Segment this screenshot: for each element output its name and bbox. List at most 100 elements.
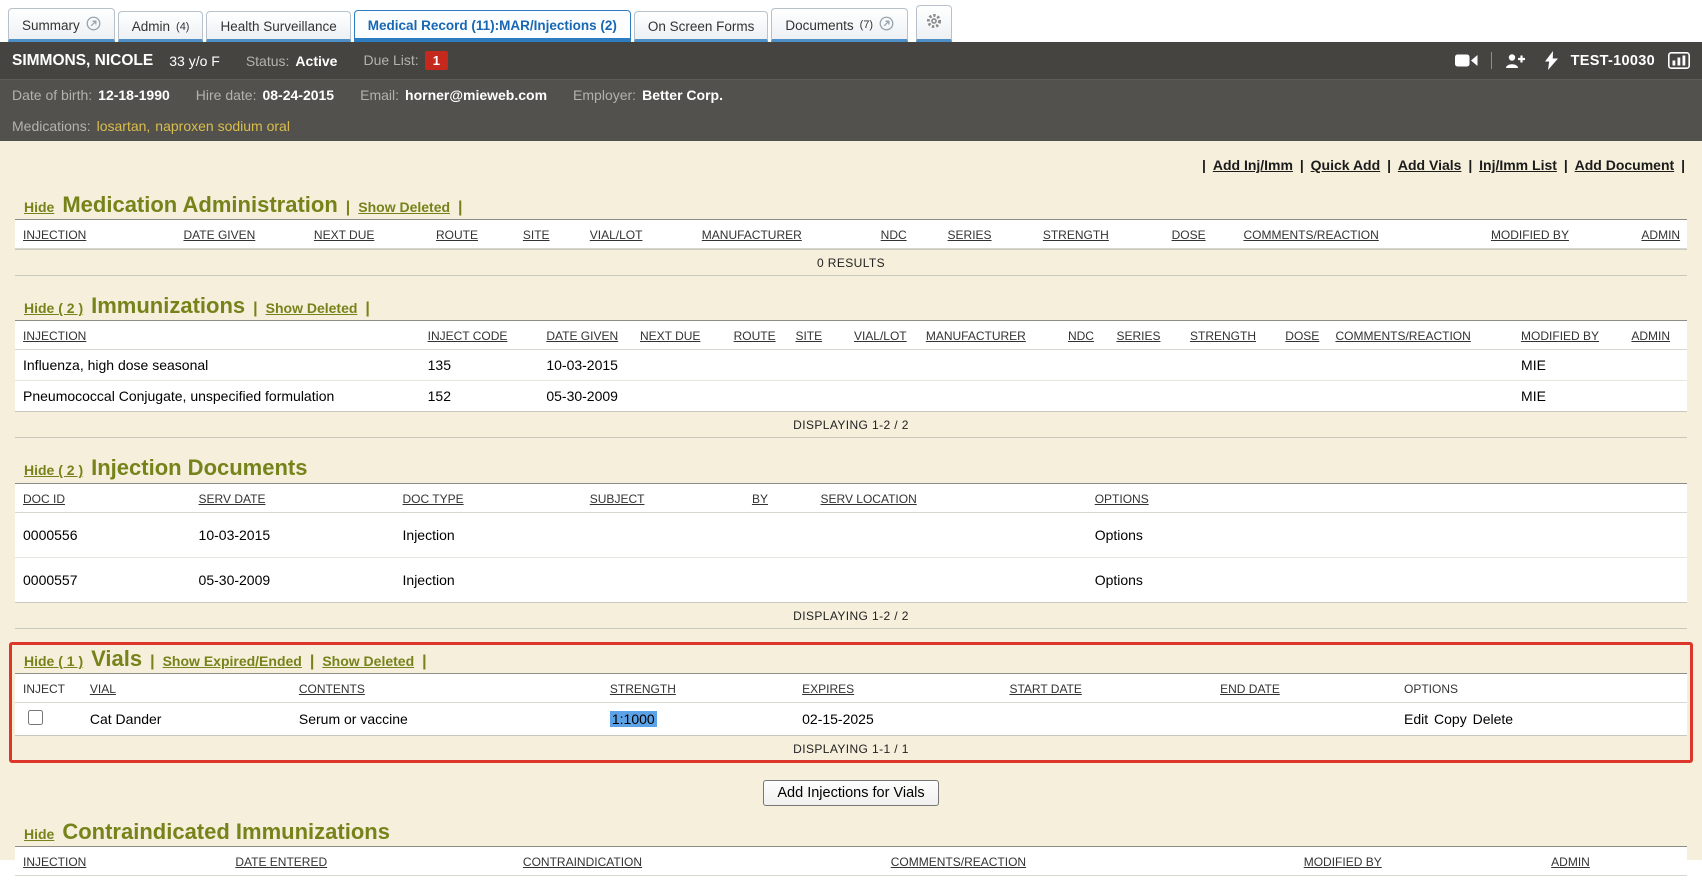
tab-health-surveillance[interactable]: Health Surveillance	[206, 11, 350, 42]
column-header[interactable]: STRENGTH	[610, 682, 676, 696]
external-link-icon[interactable]	[879, 16, 894, 34]
quick-add-link[interactable]: Quick Add	[1311, 157, 1381, 173]
show-deleted-link[interactable]: Show Deleted	[266, 300, 358, 316]
column-header[interactable]: DATE ENTERED	[235, 855, 327, 869]
copy-link[interactable]: Copy	[1434, 711, 1467, 727]
column-header[interactable]: CONTENTS	[299, 682, 365, 696]
delete-link[interactable]: Delete	[1473, 711, 1513, 727]
column-header[interactable]: DOSE	[1172, 228, 1206, 242]
options-link[interactable]: Options	[1095, 527, 1143, 543]
flowsheet-chart-icon[interactable]	[1668, 52, 1690, 69]
tab-on-screen-forms[interactable]: On Screen Forms	[634, 11, 769, 42]
hire-date-label: Hire date:	[196, 87, 257, 103]
column-header[interactable]: SUBJECT	[590, 492, 645, 506]
column-header[interactable]: END DATE	[1220, 682, 1280, 696]
external-link-icon[interactable]	[86, 16, 101, 34]
table-cell	[787, 381, 846, 412]
column-header[interactable]: MODIFIED BY	[1521, 329, 1599, 343]
column-header[interactable]: STRENGTH	[1043, 228, 1109, 242]
column-header[interactable]: INJECT CODE	[428, 329, 508, 343]
table-cell: Injection	[395, 512, 582, 557]
column-header[interactable]: COMMENTS/REACTION	[1243, 228, 1378, 242]
add-vials-link[interactable]: Add Vials	[1398, 157, 1462, 173]
column-header[interactable]: START DATE	[1009, 682, 1081, 696]
inj-imm-list-link[interactable]: Inj/Imm List	[1479, 157, 1557, 173]
column-header[interactable]: VIAL/LOT	[590, 228, 643, 242]
options-link[interactable]: Options	[1095, 572, 1143, 588]
column-header[interactable]: SERV DATE	[199, 492, 266, 506]
hide-link[interactable]: Hide ( 2 )	[24, 300, 83, 316]
lightning-bolt-icon[interactable]	[1545, 51, 1558, 70]
column-header[interactable]: MODIFIED BY	[1491, 228, 1569, 242]
table-cell: MIE	[1513, 350, 1623, 381]
column-header[interactable]: SERIES	[948, 228, 992, 242]
medication-link[interactable]: losartan	[97, 118, 147, 134]
column-header[interactable]: COMMENTS/REACTION	[1335, 329, 1470, 343]
add-user-icon[interactable]	[1505, 53, 1526, 69]
settings-gear-button[interactable]	[916, 5, 952, 42]
column-header[interactable]: SITE	[523, 228, 550, 242]
column-header[interactable]: CONTRAINDICATION	[523, 855, 642, 869]
column-header[interactable]: DATE GIVEN	[546, 329, 618, 343]
due-list-badge[interactable]: 1	[425, 51, 448, 70]
column-header[interactable]: MANUFACTURER	[926, 329, 1026, 343]
separator: |	[346, 199, 350, 217]
column-header[interactable]: SERIES	[1116, 329, 1160, 343]
column-header[interactable]: INJECTION	[23, 329, 86, 343]
column-header[interactable]: SITE	[795, 329, 822, 343]
table-cell	[846, 350, 918, 381]
column-header[interactable]: ROUTE	[436, 228, 478, 242]
table-row: 000055705-30-2009InjectionOptions	[15, 557, 1687, 602]
column-header[interactable]: OPTIONS	[1095, 492, 1149, 506]
hide-link[interactable]: Hide ( 1 )	[24, 653, 83, 669]
tab-admin[interactable]: Admin (4)	[118, 11, 204, 42]
column-header[interactable]: INJECTION	[23, 855, 86, 869]
tab-documents[interactable]: Documents (7)	[771, 8, 908, 42]
column-header[interactable]: ADMIN	[1551, 855, 1590, 869]
show-deleted-link[interactable]: Show Deleted	[358, 199, 450, 215]
column-header[interactable]: NEXT DUE	[314, 228, 374, 242]
column-header[interactable]: ROUTE	[734, 329, 776, 343]
column-header[interactable]: MODIFIED BY	[1304, 855, 1382, 869]
hide-link[interactable]: Hide	[24, 826, 54, 842]
column-header[interactable]: DATE GIVEN	[184, 228, 256, 242]
hide-link[interactable]: Hide ( 2 )	[24, 462, 83, 478]
separator: |	[458, 199, 462, 217]
tab-label: Admin	[132, 19, 170, 34]
add-inj-imm-link[interactable]: Add Inj/Imm	[1213, 157, 1293, 173]
add-document-link[interactable]: Add Document	[1575, 157, 1675, 173]
table-cell	[632, 381, 726, 412]
column-header[interactable]: BY	[752, 492, 768, 506]
show-expired-ended-link[interactable]: Show Expired/Ended	[163, 653, 302, 669]
column-header[interactable]: EXPIRES	[802, 682, 854, 696]
video-camera-icon[interactable]	[1455, 53, 1478, 68]
column-header[interactable]: MANUFACTURER	[702, 228, 802, 242]
column-header[interactable]: NDC	[881, 228, 907, 242]
hide-link[interactable]: Hide	[24, 199, 54, 215]
column-header[interactable]: INJECTION	[23, 228, 86, 242]
separator: |	[253, 300, 257, 318]
tab-summary[interactable]: Summary	[8, 8, 115, 42]
tab-medical-record-mar-injections[interactable]: Medical Record (11):MAR/Injections (2)	[354, 10, 631, 42]
show-deleted-link[interactable]: Show Deleted	[322, 653, 414, 669]
column-header[interactable]: DOSE	[1285, 329, 1319, 343]
column-header[interactable]: VIAL	[90, 682, 116, 696]
table-cell	[632, 350, 726, 381]
column-header[interactable]: COMMENTS/REACTION	[891, 855, 1026, 869]
column-header[interactable]: DOC TYPE	[403, 492, 464, 506]
separator: |	[365, 300, 369, 318]
column-header[interactable]: DOC ID	[23, 492, 65, 506]
row-select-checkbox[interactable]	[28, 710, 43, 725]
patient-header-tools: TEST-10030	[1455, 51, 1690, 70]
column-header[interactable]: ADMIN	[1641, 228, 1680, 242]
column-header[interactable]: NEXT DUE	[640, 329, 700, 343]
section-header: Hide Medication Administration | Show De…	[24, 193, 1687, 217]
column-header[interactable]: VIAL/LOT	[854, 329, 907, 343]
medication-link[interactable]: naproxen sodium oral	[155, 118, 290, 134]
column-header[interactable]: STRENGTH	[1190, 329, 1256, 343]
add-injections-for-vials-button[interactable]: Add Injections for Vials	[763, 780, 938, 806]
edit-link[interactable]: Edit	[1404, 711, 1428, 727]
column-header[interactable]: ADMIN	[1631, 329, 1670, 343]
column-header[interactable]: NDC	[1068, 329, 1094, 343]
column-header[interactable]: SERV LOCATION	[820, 492, 916, 506]
